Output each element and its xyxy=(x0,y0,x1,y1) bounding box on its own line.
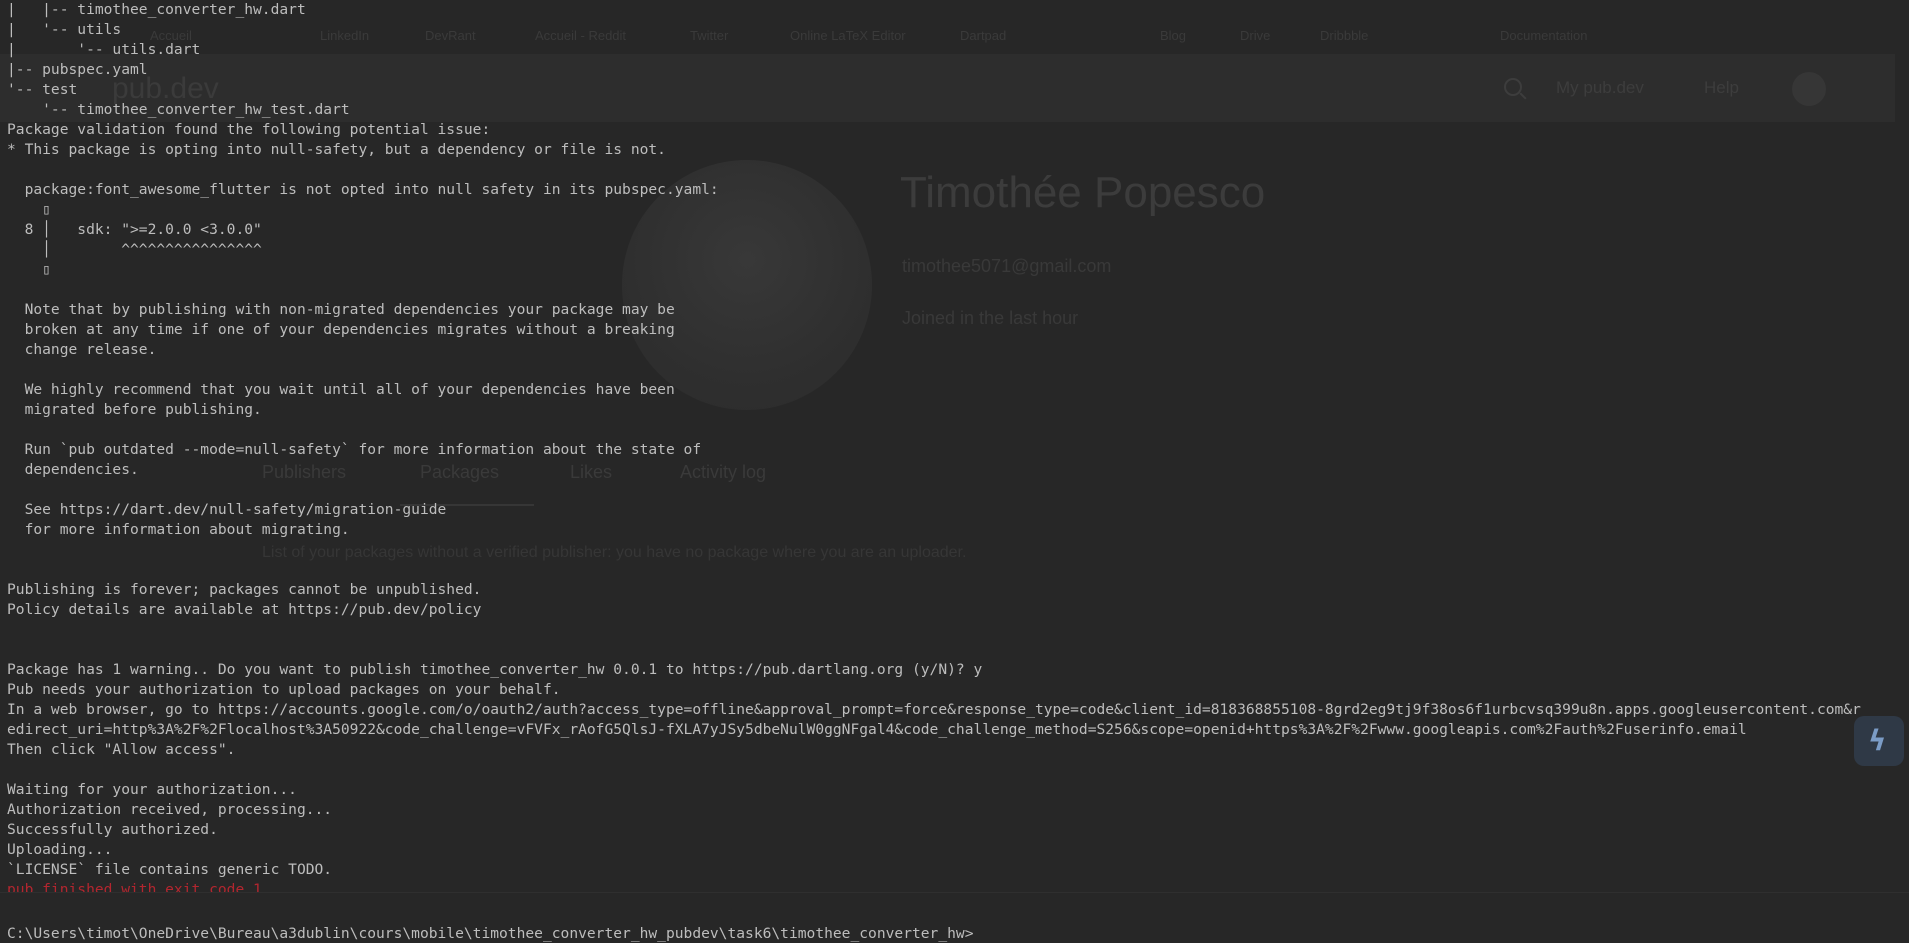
screen: Accueil LinkedIn DevRant Accueil - Reddi… xyxy=(0,0,1909,943)
terminal-line: edirect_uri=http%3A%2F%2Flocalhost%3A509… xyxy=(7,721,1747,738)
terminal-line: ▯ xyxy=(7,201,51,218)
terminal-line: Publishing is forever; packages cannot b… xyxy=(7,581,482,598)
terminal-line: │ ^^^^^^^^^^^^^^^^ xyxy=(7,241,262,258)
terminal-line: broken at any time if one of your depend… xyxy=(7,321,675,338)
terminal-line: | '-- utils xyxy=(7,21,122,38)
terminal-line: ▯ xyxy=(7,261,51,278)
terminal-line: Note that by publishing with non-migrate… xyxy=(7,301,675,318)
terminal-line: Package validation found the following p… xyxy=(7,121,491,138)
terminal-line: Uploading... xyxy=(7,841,113,858)
terminal-line: Run `pub outdated --mode=null-safety` fo… xyxy=(7,441,702,458)
terminal-line: See https://dart.dev/null-safety/migrati… xyxy=(7,501,447,518)
terminal-output: | |-- timothee_converter_hw.dart | '-- ut… xyxy=(7,0,1907,898)
terminal-line: `LICENSE` file contains generic TODO. xyxy=(7,861,333,878)
terminal-line: '-- timothee_converter_hw_test.dart xyxy=(7,101,350,118)
command-prompt[interactable]: C:\Users\timot\OneDrive\Bureau\a3dublin\… xyxy=(7,924,973,943)
terminal-line: | '-- utils.dart xyxy=(7,41,201,58)
terminal-line: '-- test xyxy=(7,81,78,98)
terminal-line: for more information about migrating. xyxy=(7,521,350,538)
terminal-line: Policy details are available at https://… xyxy=(7,601,482,618)
terminal-line: Package has 1 warning.. Do you want to p… xyxy=(7,661,983,678)
terminal-line: |-- pubspec.yaml xyxy=(7,61,148,78)
terminal-line: 8 │ sdk: ">=2.0.0 <3.0.0" xyxy=(7,221,262,238)
terminal-prompt-bar[interactable]: C:\Users\timot\OneDrive\Bureau\a3dublin\… xyxy=(0,892,1909,943)
terminal-line: Waiting for your authorization... xyxy=(7,781,297,798)
terminal-line: In a web browser, go to https://accounts… xyxy=(7,701,1861,718)
terminal-line: Authorization received, processing... xyxy=(7,801,333,818)
terminal-line: package:font_awesome_flutter is not opte… xyxy=(7,181,719,198)
terminal-line: Pub needs your authorization to upload p… xyxy=(7,681,561,698)
terminal-line: | |-- timothee_converter_hw.dart xyxy=(7,1,306,18)
terminal-line: migrated before publishing. xyxy=(7,401,262,418)
terminal-line: Successfully authorized. xyxy=(7,821,218,838)
terminal-line: We highly recommend that you wait until … xyxy=(7,381,675,398)
terminal-line: * This package is opting into null-safet… xyxy=(7,141,666,158)
terminal-line: change release. xyxy=(7,341,157,358)
terminal-line: dependencies. xyxy=(7,461,139,478)
terminal-line: Then click "Allow access". xyxy=(7,741,236,758)
